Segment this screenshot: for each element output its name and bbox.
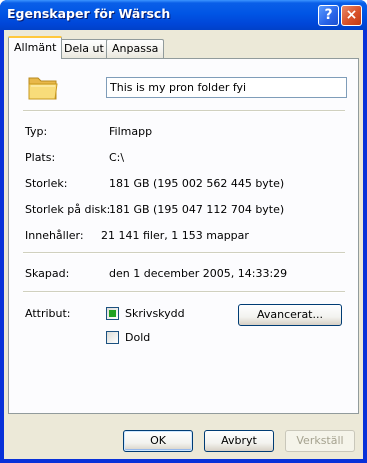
contains-label: Innehåller: bbox=[25, 229, 84, 242]
properties-window: Egenskaper för Wärsch ? × Allmänt Dela u… bbox=[0, 0, 367, 463]
size-value: 181 GB (195 002 562 445 byte) bbox=[109, 177, 285, 190]
folder-icon bbox=[28, 77, 58, 100]
size-on-disk-label: Storlek på disk: bbox=[25, 203, 111, 216]
tab-customize[interactable]: Anpassa bbox=[106, 39, 165, 58]
dialog-body: Allmänt Dela ut Anpassa Typ: Filmapp Pla… bbox=[4, 30, 363, 459]
window-frame-bottom bbox=[0, 459, 367, 463]
general-tab-panel: Typ: Filmapp Plats: C:\ Storlek: 181 GB … bbox=[8, 58, 359, 414]
size-label: Storlek: bbox=[25, 177, 68, 190]
tab-general[interactable]: Allmänt bbox=[8, 36, 63, 59]
close-icon: × bbox=[345, 7, 358, 23]
cancel-button[interactable]: Avbryt bbox=[204, 430, 274, 452]
help-icon: ? bbox=[324, 7, 333, 23]
created-label: Skapad: bbox=[25, 267, 70, 280]
title-bar[interactable]: Egenskaper för Wärsch ? × bbox=[0, 0, 367, 30]
separator bbox=[23, 291, 345, 293]
close-button[interactable]: × bbox=[341, 5, 362, 26]
attributes-label: Attribut: bbox=[25, 307, 71, 320]
location-label: Plats: bbox=[25, 151, 56, 164]
ok-button[interactable]: OK bbox=[123, 430, 193, 452]
hidden-checkbox[interactable] bbox=[106, 331, 119, 344]
window-title: Egenskaper för Wärsch bbox=[7, 6, 171, 21]
contains-value: 21 141 filer, 1 153 mappar bbox=[101, 229, 249, 242]
separator bbox=[23, 110, 345, 112]
location-value: C:\ bbox=[109, 151, 125, 164]
readonly-checkbox[interactable] bbox=[106, 307, 119, 320]
tab-sharing[interactable]: Dela ut bbox=[58, 39, 110, 58]
type-label: Typ: bbox=[25, 125, 48, 138]
apply-button[interactable]: Verkställ bbox=[285, 430, 355, 452]
readonly-label: Skrivskydd bbox=[125, 307, 185, 320]
advanced-button[interactable]: Avancerat... bbox=[238, 304, 342, 326]
hidden-label: Dold bbox=[125, 331, 151, 344]
separator bbox=[23, 252, 345, 254]
type-value: Filmapp bbox=[109, 125, 153, 138]
size-on-disk-value: 181 GB (195 047 112 704 byte) bbox=[109, 203, 285, 216]
help-button[interactable]: ? bbox=[318, 5, 339, 26]
created-value: den 1 december 2005, 14:33:29 bbox=[109, 267, 288, 280]
folder-name-input[interactable] bbox=[106, 77, 347, 98]
